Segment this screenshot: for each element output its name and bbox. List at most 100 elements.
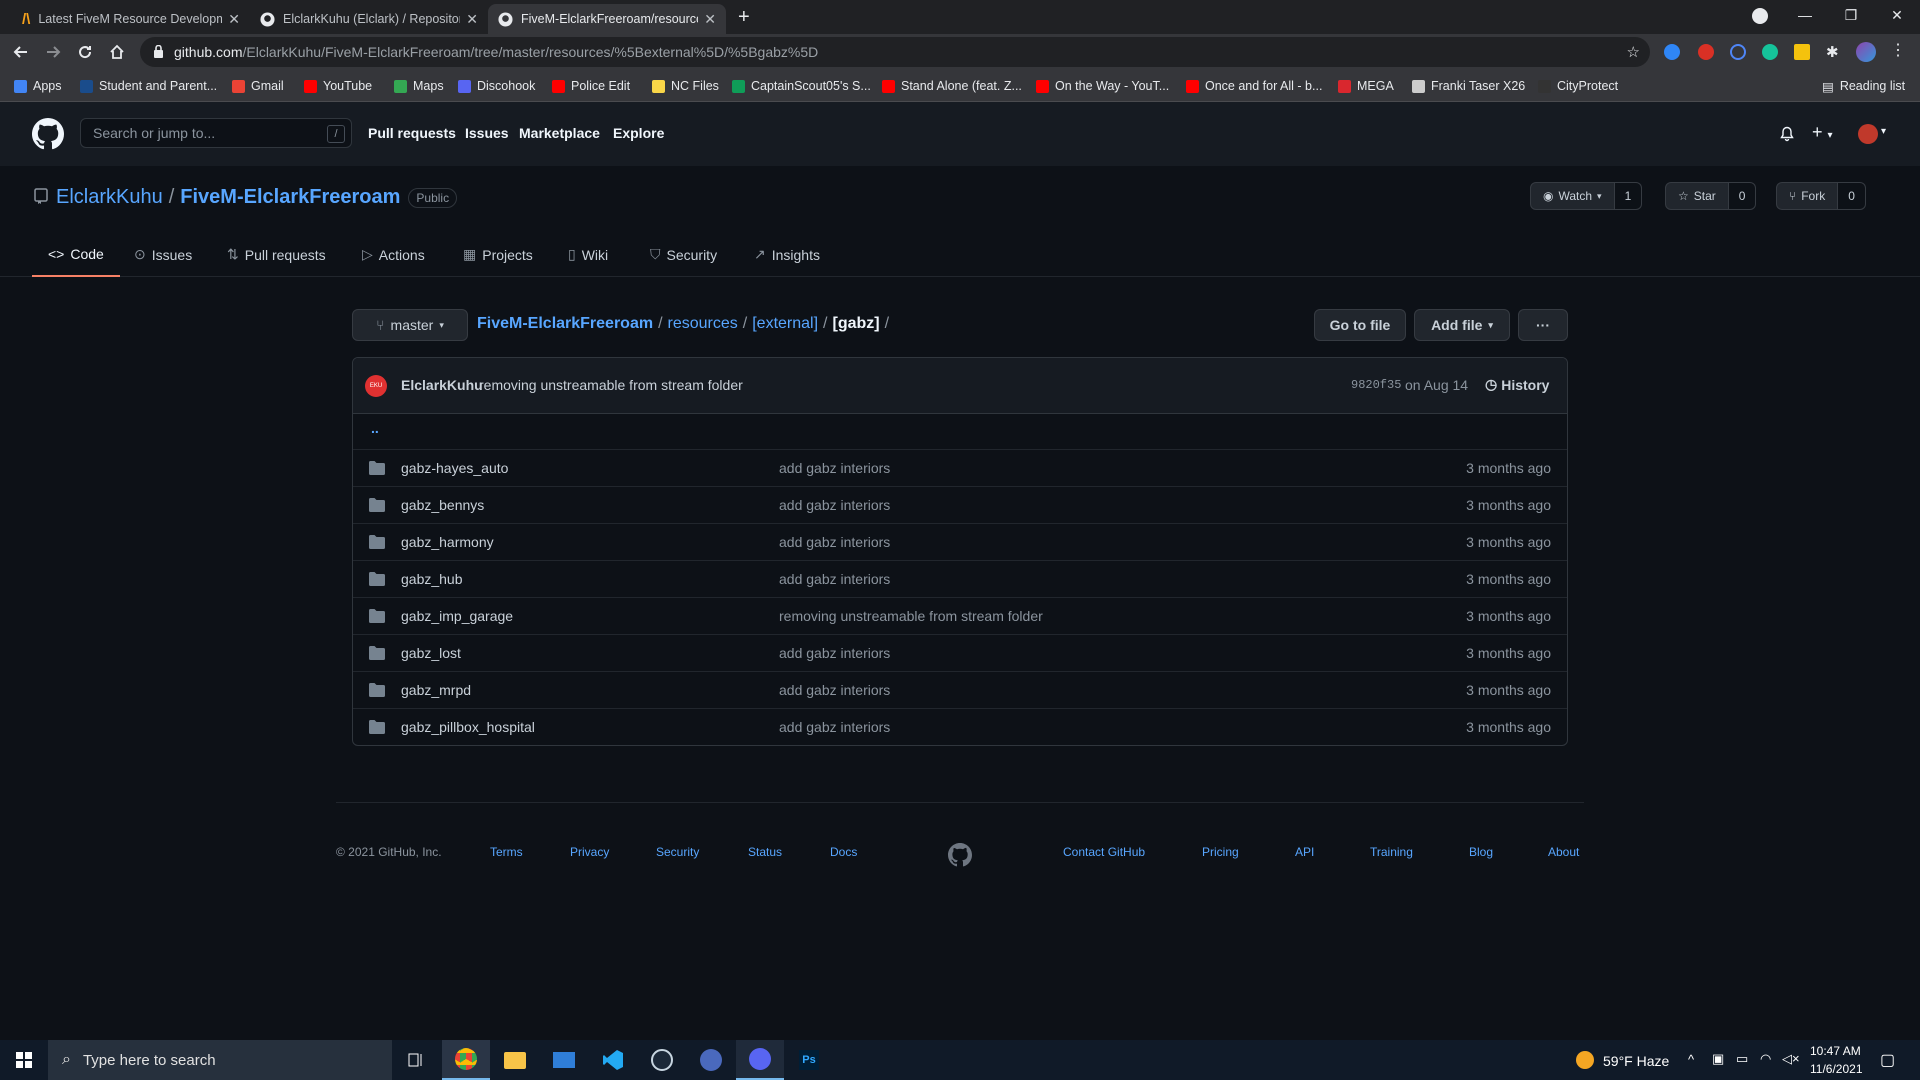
close-window-icon[interactable]: ✕	[1874, 0, 1920, 30]
file-name-link[interactable]: gabz_pillbox_hospital	[401, 719, 535, 735]
bookmark-item[interactable]: YouTube	[304, 77, 372, 95]
close-tab-icon[interactable]: ✕	[704, 11, 716, 28]
file-row[interactable]: gabz_imp_garage removing unstreamable fro…	[353, 597, 1567, 634]
home-icon[interactable]	[106, 41, 128, 63]
file-row[interactable]: gabz_lost add gabz interiors 3 months ago	[353, 634, 1567, 671]
tab-actions[interactable]: ▷ Actions	[362, 232, 425, 277]
file-row[interactable]: gabz_harmony add gabz interiors 3 months a…	[353, 523, 1567, 560]
bookmark-item[interactable]: CityProtect	[1538, 77, 1618, 95]
star-main[interactable]: ☆ Star	[1665, 182, 1729, 210]
footer-security[interactable]: Security	[656, 845, 699, 859]
fork-button[interactable]: ⑂ Fork 0	[1776, 182, 1866, 210]
file-commit-message[interactable]: add gabz interiors	[779, 719, 890, 735]
minimize-icon[interactable]: —	[1782, 0, 1828, 30]
clock-date[interactable]: 11/6/2021	[1810, 1062, 1863, 1076]
photoshop-icon[interactable]: Ps	[785, 1040, 833, 1080]
file-name-link[interactable]: gabz_imp_garage	[401, 608, 513, 624]
reading-list[interactable]: ▤ Reading list	[1822, 77, 1905, 95]
breadcrumb-repo[interactable]: FiveM-ElclarkFreeroam	[477, 315, 653, 332]
bookmark-item[interactable]: On the Way - YouT...	[1036, 77, 1169, 95]
steam-icon[interactable]	[638, 1040, 686, 1080]
weather-text[interactable]: 59°F Haze	[1603, 1053, 1669, 1069]
github-search-input[interactable]: Search or jump to... /	[80, 118, 352, 148]
forward-icon[interactable]	[42, 41, 64, 63]
footer-training[interactable]: Training	[1370, 845, 1413, 859]
file-commit-message[interactable]: add gabz interiors	[779, 534, 890, 550]
footer-blog[interactable]: Blog	[1469, 845, 1493, 859]
branch-selector[interactable]: ⑂ master ▾	[352, 309, 468, 341]
footer-docs[interactable]: Docs	[830, 845, 857, 859]
user-avatar[interactable]	[1858, 124, 1878, 144]
bookmark-item[interactable]: Apps	[14, 77, 62, 95]
bell-icon[interactable]	[1779, 126, 1795, 142]
extension-badge-icon[interactable]	[1698, 44, 1714, 60]
volume-muted-icon[interactable]: ◁×	[1782, 1051, 1800, 1067]
browser-tab-2[interactable]: ElclarkKuhu (Elclark) / Repositori ✕	[250, 4, 488, 34]
close-tab-icon[interactable]: ✕	[228, 11, 240, 28]
puzzle-icon[interactable]: ✱	[1826, 43, 1839, 61]
parent-directory-row[interactable]: ..	[353, 414, 1567, 449]
file-commit-message[interactable]: add gabz interiors	[779, 571, 890, 587]
parent-directory-link[interactable]: ..	[371, 420, 379, 436]
github-logo-icon[interactable]	[32, 118, 64, 150]
file-commit-message[interactable]: add gabz interiors	[779, 682, 890, 698]
fork-main[interactable]: ⑂ Fork	[1776, 182, 1839, 210]
bookmark-item[interactable]: Maps	[394, 77, 444, 95]
mail-icon[interactable]	[540, 1040, 588, 1080]
browser-tab-3-active[interactable]: FiveM-ElclarkFreeroam/resources ✕	[488, 4, 726, 34]
footer-contact[interactable]: Contact GitHub	[1063, 845, 1145, 859]
star-button[interactable]: ☆ Star 0	[1665, 182, 1757, 210]
commit-author[interactable]: ElclarkKuhu	[401, 377, 483, 393]
footer-status[interactable]: Status	[748, 845, 782, 859]
app-icon[interactable]	[687, 1040, 735, 1080]
breadcrumb-external[interactable]: [external]	[752, 315, 818, 332]
close-tab-icon[interactable]: ✕	[466, 11, 478, 28]
commit-sha[interactable]: 9820f35	[1351, 378, 1401, 392]
nav-explore[interactable]: Explore	[613, 125, 664, 141]
file-row[interactable]: gabz_hub add gabz interiors 3 months ago	[353, 560, 1567, 597]
clock-time[interactable]: 10:47 AM	[1810, 1044, 1861, 1058]
bookmark-item[interactable]: Stand Alone (feat. Z...	[882, 77, 1022, 95]
footer-terms[interactable]: Terms	[490, 845, 523, 859]
go-to-file-button[interactable]: Go to file	[1314, 309, 1406, 341]
chrome-icon[interactable]	[442, 1040, 490, 1080]
commit-message[interactable]: removing unstreamable from stream folder	[479, 377, 743, 393]
tab-security[interactable]: ⛉ Security	[650, 232, 717, 277]
fork-count[interactable]: 0	[1838, 182, 1866, 210]
extension-icon[interactable]	[1664, 44, 1680, 60]
add-file-button[interactable]: Add file ▾	[1414, 309, 1510, 341]
tab-search-icon[interactable]	[1752, 8, 1768, 24]
vscode-icon[interactable]	[589, 1040, 637, 1080]
bookmark-item[interactable]: NC Files	[652, 77, 719, 95]
address-bar[interactable]: github.com/ElclarkKuhu/FiveM-ElclarkFree…	[140, 37, 1650, 67]
file-row[interactable]: gabz_mrpd add gabz interiors 3 months ago	[353, 671, 1567, 708]
tab-wiki[interactable]: ▯ Wiki	[568, 232, 608, 277]
file-name-link[interactable]: gabz_lost	[401, 645, 461, 661]
bookmark-item[interactable]: Once and for All - b...	[1186, 77, 1322, 95]
windows-start-icon[interactable]	[0, 1040, 48, 1080]
notification-icon[interactable]: ▢	[1880, 1050, 1895, 1070]
file-commit-message[interactable]: add gabz interiors	[779, 645, 890, 661]
watch-button[interactable]: ◉ Watch ▾ 1	[1530, 182, 1643, 210]
kebab-menu-icon[interactable]: ⋮	[1890, 40, 1906, 60]
reload-icon[interactable]	[74, 41, 96, 63]
file-row[interactable]: gabz-hayes_auto add gabz interiors 3 month…	[353, 449, 1567, 486]
repo-owner-link[interactable]: ElclarkKuhu	[56, 186, 163, 209]
browser-tab-1[interactable]: /\ Latest FiveM Resource Developm ✕	[12, 4, 250, 34]
battery-icon[interactable]: ▭	[1736, 1051, 1748, 1067]
file-commit-message[interactable]: removing unstreamable from stream folder	[779, 608, 1043, 624]
tab-code[interactable]: <> Code	[32, 232, 120, 277]
bookmark-item[interactable]: Police Edit	[552, 77, 630, 95]
avatar-dropdown-icon[interactable]: ▾	[1881, 126, 1886, 137]
github-footer-logo-icon[interactable]	[948, 843, 972, 867]
bookmark-item[interactable]: Franki Taser X26	[1412, 77, 1525, 95]
file-commit-message[interactable]: add gabz interiors	[779, 460, 890, 476]
breadcrumb-resources[interactable]: resources	[668, 315, 738, 332]
create-new-icon[interactable]: + ▾	[1812, 122, 1833, 143]
tab-pull-requests[interactable]: ⇅ Pull requests	[227, 232, 326, 277]
bookmark-item[interactable]: MEGA	[1338, 77, 1394, 95]
task-view-icon[interactable]	[392, 1040, 440, 1080]
nav-marketplace[interactable]: Marketplace	[519, 125, 600, 141]
file-name-link[interactable]: gabz-hayes_auto	[401, 460, 508, 476]
new-tab-icon[interactable]: +	[738, 6, 750, 29]
